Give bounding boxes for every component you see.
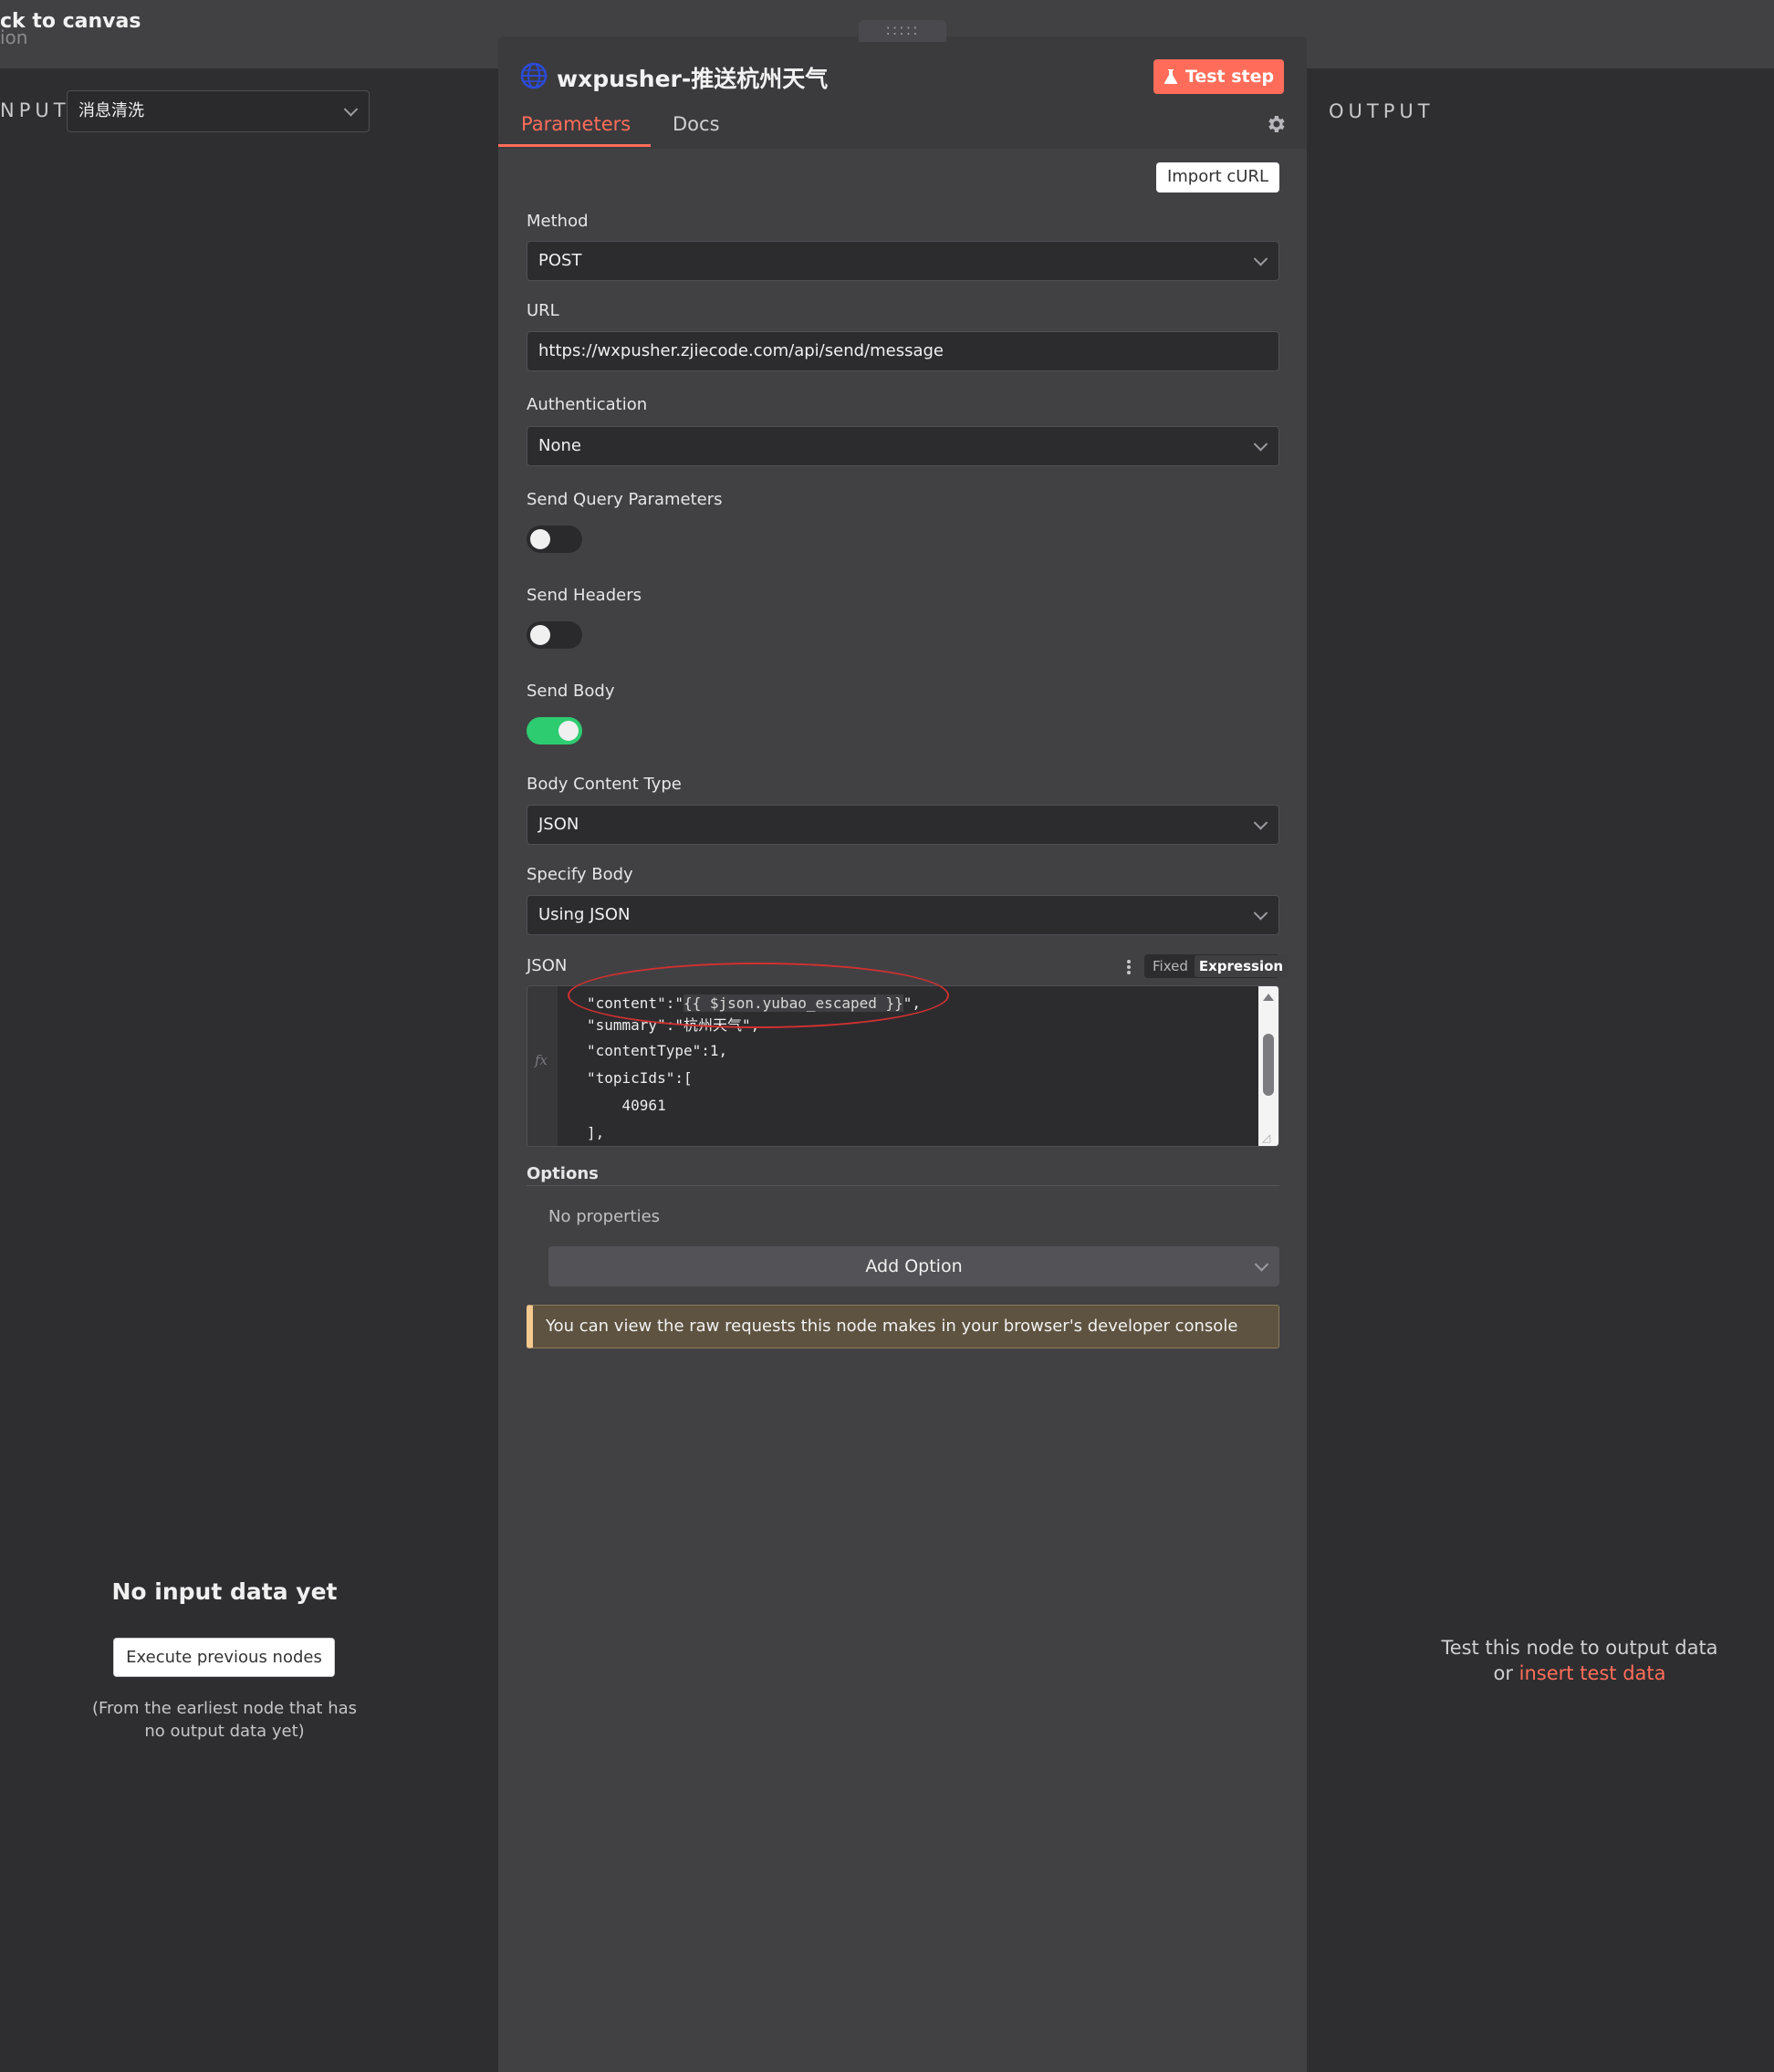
body-content-type-value: JSON <box>538 815 579 834</box>
scroll-thumb[interactable] <box>1263 1034 1274 1096</box>
chevron-down-icon <box>1253 816 1268 830</box>
mode-expression[interactable]: Expression <box>1194 955 1289 977</box>
chevron-down-icon <box>343 102 359 117</box>
tab-docs[interactable]: Docs <box>673 113 720 135</box>
add-option-label: Add Option <box>865 1256 963 1276</box>
editor-scrollbar[interactable]: ◿ <box>1258 986 1278 1146</box>
add-option-button[interactable]: Add Option <box>548 1246 1279 1286</box>
chevron-down-icon <box>1254 1257 1269 1272</box>
output-label: OUTPUT <box>1329 100 1435 122</box>
editor-gutter: fx <box>527 986 558 1146</box>
send-query-toggle[interactable] <box>527 526 582 553</box>
output-note-or: or <box>1493 1662 1519 1684</box>
active-tab-indicator <box>498 144 651 147</box>
authentication-value: None <box>538 436 581 455</box>
gear-icon[interactable] <box>1265 113 1287 135</box>
test-step-button[interactable]: Test step <box>1153 59 1284 94</box>
json-label: JSON <box>527 956 568 975</box>
toggle-knob <box>530 529 550 549</box>
scroll-up-icon[interactable] <box>1263 994 1274 1001</box>
method-select[interactable]: POST <box>527 241 1279 281</box>
input-pane: NPUT 消息清洗 No input data yet Execute prev… <box>0 68 498 2072</box>
specify-body-value: Using JSON <box>538 905 631 924</box>
send-headers-toggle[interactable] <box>527 621 582 649</box>
code-line: "contentType":1, <box>587 1042 728 1059</box>
panel-header: wxpusher-推送杭州天气 Test step Parameters Doc… <box>498 36 1307 149</box>
toggle-knob <box>530 625 550 645</box>
input-label: NPUT <box>0 99 70 121</box>
options-divider <box>527 1185 1279 1186</box>
node-title[interactable]: wxpusher-推送杭州天气 <box>557 61 828 94</box>
test-step-label: Test step <box>1184 67 1275 87</box>
resize-handle-icon[interactable]: ◿ <box>1262 1131 1277 1144</box>
send-headers-label: Send Headers <box>527 586 642 605</box>
method-label: Method <box>527 212 589 231</box>
url-input[interactable]: https://wxpusher.zjiecode.com/api/send/m… <box>527 331 1279 371</box>
method-value: POST <box>538 251 582 270</box>
back-to-canvas-link[interactable]: ck to canvas <box>0 10 141 33</box>
more-options-icon[interactable] <box>1126 959 1132 975</box>
node-parameters-panel: wxpusher-推送杭州天气 Test step Parameters Doc… <box>498 36 1307 2072</box>
input-node-select-value: 消息清洗 <box>78 101 144 120</box>
execute-note: (From the earliest node that has no outp… <box>91 1699 358 1741</box>
code-line: 40961 <box>587 1097 666 1114</box>
no-input-title: No input data yet <box>111 1578 338 1605</box>
insert-test-data-link[interactable]: insert test data <box>1519 1662 1666 1684</box>
tab-parameters[interactable]: Parameters <box>521 113 631 135</box>
import-curl-button[interactable]: Import cURL <box>1156 162 1279 193</box>
output-empty-note: Test this node to output data or insert … <box>1424 1635 1736 1686</box>
code-line: ], <box>587 1124 605 1141</box>
toggle-knob <box>558 721 579 741</box>
body-content-type-select[interactable]: JSON <box>527 805 1279 845</box>
options-label: Options <box>527 1164 599 1183</box>
body-content-type-label: Body Content Type <box>527 775 682 794</box>
mode-fixed[interactable]: Fixed <box>1146 958 1195 974</box>
flask-icon <box>1164 69 1178 84</box>
chevron-down-icon <box>1253 437 1268 452</box>
execute-previous-nodes-button[interactable]: Execute previous nodes <box>113 1638 335 1677</box>
specify-body-label: Specify Body <box>527 865 633 884</box>
chevron-down-icon <box>1253 906 1268 921</box>
authentication-label: Authentication <box>527 395 648 414</box>
globe-icon <box>520 62 548 89</box>
send-query-label: Send Query Parameters <box>527 490 723 509</box>
specify-body-select[interactable]: Using JSON <box>527 895 1279 935</box>
no-properties-text: No properties <box>548 1207 661 1226</box>
developer-console-notice: You can view the raw requests this node … <box>527 1305 1279 1348</box>
output-note-line: Test this node to output data <box>1441 1637 1718 1659</box>
send-body-toggle[interactable] <box>527 717 582 744</box>
code-line: "topicIds":[ <box>587 1069 693 1087</box>
send-body-label: Send Body <box>527 682 615 701</box>
output-note-line-2: or insert test data <box>1424 1661 1736 1686</box>
annotation-ellipse <box>568 963 949 1028</box>
authentication-select[interactable]: None <box>527 426 1279 466</box>
input-node-select[interactable]: 消息清洗 <box>67 90 370 132</box>
chevron-down-icon <box>1253 252 1268 266</box>
panel-drag-handle[interactable]: ::::: <box>859 20 946 42</box>
fixed-expression-switch[interactable]: Fixed Expression <box>1144 954 1289 978</box>
fx-icon: fx <box>535 1052 548 1068</box>
url-label: URL <box>527 301 559 320</box>
